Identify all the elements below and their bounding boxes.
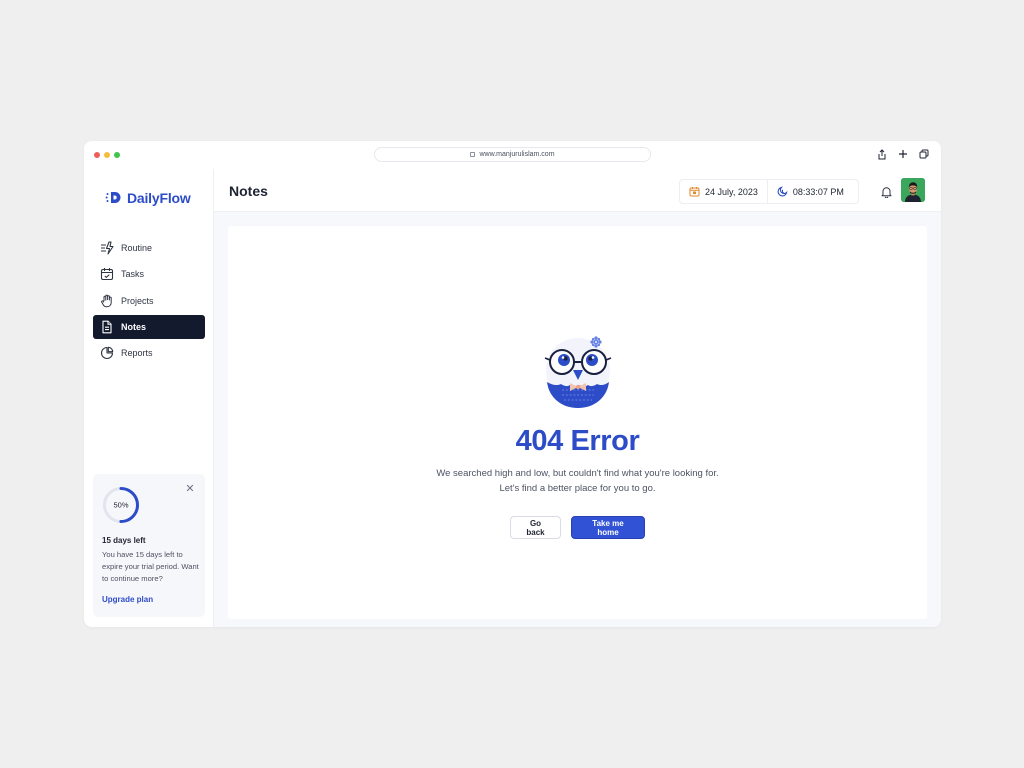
sidebar-item-projects[interactable]: Projects [93, 289, 205, 313]
sidebar: DailyFlow Routine Tasks Projects Notes R… [84, 169, 214, 627]
owl-mascot-icon [544, 336, 612, 408]
sidebar-item-label: Routine [121, 243, 153, 253]
calendar-icon [689, 187, 700, 197]
trial-card: 50% ✕ 15 days left You have 15 days left… [93, 474, 205, 617]
go-back-button[interactable]: Go back [510, 516, 561, 539]
tabs-overview-icon[interactable] [919, 148, 929, 160]
trial-title: 15 days left [102, 536, 146, 545]
lock-icon [470, 152, 476, 157]
trial-description: You have 15 days left to expire your tri… [102, 550, 199, 583]
window-controls [94, 152, 120, 158]
notification-button[interactable] [874, 180, 898, 204]
sidebar-nav: Routine Tasks Projects Notes Reports [93, 236, 205, 367]
document-icon [102, 320, 112, 334]
error-message: We searched high and low, but couldn't f… [228, 466, 927, 496]
page-title: Notes [229, 183, 268, 199]
error-title: 404 Error [515, 425, 640, 457]
date-time-display: 24 July, 2023 08:33:07 PM [679, 179, 859, 204]
hand-icon [101, 294, 112, 307]
date-text: 24 July, 2023 [705, 186, 758, 197]
error-message-line: We searched high and low, but couldn't f… [436, 468, 719, 479]
sidebar-item-label: Reports [121, 348, 153, 359]
sidebar-item-label: Projects [121, 295, 154, 306]
pie-chart-icon [100, 346, 114, 360]
share-icon[interactable] [877, 148, 887, 160]
maximize-window-button[interactable] [114, 152, 120, 158]
bell-icon [881, 187, 891, 198]
browser-window: www.manjurulislam.com DailyFlow Routine … [84, 141, 941, 627]
sidebar-item-routine[interactable]: Routine [93, 236, 205, 260]
dailyflow-logo-icon [105, 192, 121, 203]
sidebar-item-notes[interactable]: Notes [93, 314, 205, 339]
browser-toolbar: www.manjurulislam.com [84, 141, 941, 169]
date-display[interactable]: 24 July, 2023 [680, 180, 767, 203]
sidebar-item-reports[interactable]: Reports [93, 341, 205, 365]
browser-actions [877, 148, 929, 160]
trial-progress-ring: 50% [102, 486, 140, 524]
trial-progress-label: 50% [113, 501, 128, 510]
sidebar-item-tasks[interactable]: Tasks [93, 262, 205, 286]
new-tab-icon[interactable] [898, 148, 908, 160]
error-actions: Go back Take me home [228, 516, 927, 539]
minimize-window-button[interactable] [104, 152, 110, 158]
address-bar[interactable]: www.manjurulislam.com [374, 147, 651, 162]
brand-name: DailyFlow [127, 189, 191, 206]
url-text: www.manjurulislam.com [479, 151, 555, 158]
upgrade-plan-link[interactable]: Upgrade plan [102, 595, 153, 604]
close-window-button[interactable] [94, 152, 100, 158]
app-header: Notes 24 July, 2023 08:33:07 PM [214, 169, 941, 212]
main-content: 404 Error We searched high and low, but … [214, 212, 941, 627]
time-text: 08:33:07 PM [792, 186, 844, 197]
error-message-line: Let's find a better place for you to go. [499, 483, 656, 494]
bolt-list-icon [101, 241, 114, 255]
clock-moon-icon [777, 186, 788, 197]
calendar-check-icon [100, 268, 114, 281]
close-icon[interactable]: ✕ [185, 484, 195, 495]
sidebar-item-label: Notes [121, 321, 147, 332]
time-display[interactable]: 08:33:07 PM [768, 180, 853, 203]
error-card: 404 Error We searched high and low, but … [228, 226, 927, 619]
user-avatar-icon [901, 178, 925, 202]
brand-logo[interactable]: DailyFlow [105, 189, 191, 206]
take-me-home-button[interactable]: Take me home [571, 516, 645, 539]
avatar[interactable] [901, 178, 925, 202]
sidebar-item-label: Tasks [121, 269, 145, 280]
